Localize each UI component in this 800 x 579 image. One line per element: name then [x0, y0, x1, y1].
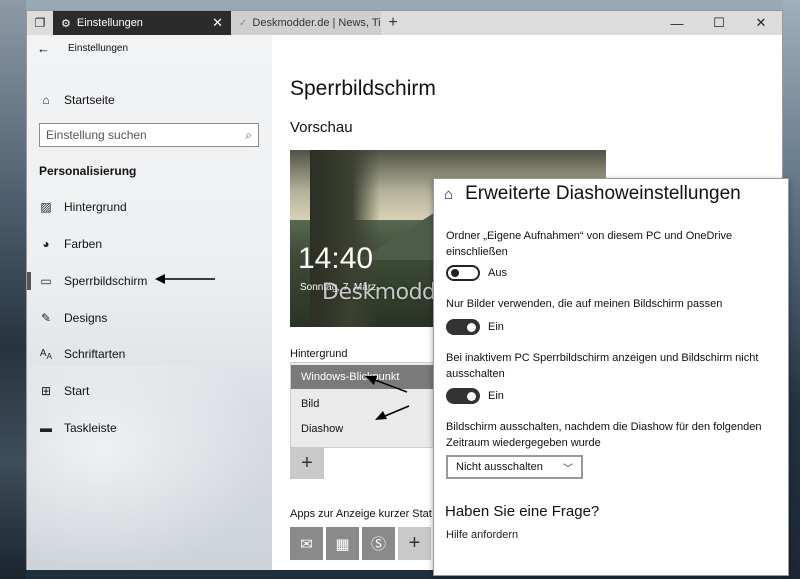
maximize-button[interactable]: ☐: [698, 11, 740, 35]
select-value: Nicht ausschalten: [456, 461, 543, 473]
sidebar-item-label: Schriftarten: [64, 347, 126, 361]
gear-icon: ⚙: [61, 17, 71, 30]
setting-fit-screen-row: Ein: [446, 319, 504, 335]
setting-screen-off-text: Bildschirm ausschalten, nachdem die Dias…: [446, 421, 762, 449]
home-icon: ⌂: [42, 93, 50, 107]
home-icon[interactable]: ⌂: [444, 186, 453, 203]
back-label: Einstellungen: [68, 43, 129, 54]
setting-fit-screen-text: Nur Bilder verwenden, die auf meinen Bil…: [446, 298, 723, 310]
tab-label: Deskmodder.de | News, Tip: [252, 17, 381, 29]
slideshow-settings-panel: ⌂ Erweiterte Diashoweinstellungen Ordner…: [433, 178, 789, 576]
sidebar-item-label: Farben: [64, 237, 103, 251]
setting-inactive-row: Ein: [446, 388, 504, 404]
toggle-state: Ein: [488, 321, 504, 333]
tab-close-icon[interactable]: ✕: [212, 15, 223, 31]
search-placeholder: Einstellung suchen: [46, 128, 147, 142]
faq-title: Haben Sie eine Frage?: [445, 503, 600, 520]
setting-inactive-text: Bei inaktivem PC Sperrbildschirm anzeige…: [446, 352, 759, 380]
page-icon: ✓: [239, 17, 248, 29]
tab-label: Einstellungen: [76, 17, 143, 29]
section-title: Personalisierung: [39, 164, 137, 178]
sidebar-item-label: Start: [64, 384, 90, 398]
sidebar-item-label: Designs: [64, 311, 108, 325]
sidebar-item-label: Hintergrund: [64, 200, 127, 214]
camera-roll-toggle[interactable]: [446, 265, 480, 281]
toggle-knob: [467, 322, 476, 332]
sidebar-item-hintergrund[interactable]: ▨ Hintergrund: [39, 200, 127, 214]
sidebar-item-farben[interactable]: ◕ Farben: [39, 237, 102, 251]
desktop-background-left: [0, 0, 26, 579]
fit-screen-toggle[interactable]: [446, 319, 480, 335]
toggle-state: Aus: [488, 267, 507, 279]
sidebar: ← Einstellungen ⌂ Startseite Einstellung…: [27, 35, 272, 570]
minimize-button[interactable]: —: [656, 11, 698, 35]
chevron-down-icon: ﹀: [563, 463, 573, 475]
close-button[interactable]: ✕: [740, 11, 782, 35]
add-folder-button[interactable]: +: [290, 447, 324, 479]
sidebar-item-taskleiste[interactable]: ▬ Taskleiste: [39, 421, 117, 435]
palette-icon: ◕: [42, 237, 50, 251]
annotation-arrows-icon: [365, 376, 410, 420]
toggle-knob: [451, 269, 459, 277]
apps-label: Apps zur Anzeige kurzer Stat: [290, 508, 432, 520]
setting-camera-roll-row: Aus: [446, 265, 507, 281]
back-arrow-icon[interactable]: ←: [37, 41, 50, 56]
taskbar-icon: ▬: [40, 421, 52, 435]
toggle-state: Ein: [488, 390, 504, 402]
mail-app-icon[interactable]: ✉: [290, 527, 323, 560]
preview-title: Vorschau: [290, 119, 353, 136]
image-icon: ▨: [40, 200, 52, 214]
annotation-arrow-icon: [155, 274, 215, 284]
setting-camera-roll-text: Ordner „Eigene Aufnahmen“ von diesem PC …: [446, 230, 733, 258]
help-link[interactable]: Hilfe anfordern: [446, 529, 518, 541]
toggle-knob: [467, 391, 476, 401]
add-app-button[interactable]: +: [398, 527, 431, 560]
sidebar-item-label: Sperrbildschirm: [64, 274, 148, 288]
preview-time: 14:40: [298, 242, 374, 275]
tab-deskmodder[interactable]: ✓ Deskmodder.de | News, Tip: [231, 11, 381, 35]
sidebar-item-label: Startseite: [64, 93, 115, 107]
panel-title: Erweiterte Diashoweinstellungen: [465, 183, 741, 204]
brush-icon: ✎: [40, 311, 52, 325]
sidebar-item-designs[interactable]: ✎ Designs: [39, 311, 107, 325]
new-tab-button[interactable]: +: [381, 11, 405, 35]
sidebar-item-sperrbildschirm[interactable]: ▭ Sperrbildschirm: [27, 272, 148, 290]
search-icon[interactable]: ⌕: [245, 128, 252, 143]
app-tiles: ✉ ▦ Ⓢ +: [290, 527, 431, 560]
start-icon: ⊞: [40, 384, 52, 398]
search-input[interactable]: Einstellung suchen ⌕: [39, 123, 259, 147]
window-switch-icon[interactable]: ❐: [27, 11, 53, 35]
font-icon: AA: [39, 347, 53, 361]
lockscreen-icon: ▭: [40, 274, 52, 288]
skype-app-icon[interactable]: Ⓢ: [362, 527, 395, 560]
sidebar-item-home[interactable]: ⌂ Startseite: [39, 93, 115, 107]
background-label: Hintergrund: [290, 348, 348, 360]
screen-off-select[interactable]: Nicht ausschalten ﹀: [446, 455, 583, 479]
back-row: ← Einstellungen: [37, 41, 128, 56]
title-bar: ❐ ⚙ Einstellungen ✕ ✓ Deskmodder.de | Ne…: [27, 11, 782, 35]
inactive-lockscreen-toggle[interactable]: [446, 388, 480, 404]
sidebar-item-schriftarten[interactable]: AA Schriftarten: [39, 347, 125, 361]
panel-header: ⌂ Erweiterte Diashoweinstellungen: [444, 183, 741, 205]
tab-einstellungen[interactable]: ⚙ Einstellungen ✕: [53, 11, 231, 35]
sidebar-item-start[interactable]: ⊞ Start: [39, 384, 89, 398]
sidebar-item-label: Taskleiste: [64, 421, 117, 435]
window-controls: — ☐ ✕: [656, 11, 782, 35]
page-title: Sperrbildschirm: [290, 77, 436, 100]
calendar-app-icon[interactable]: ▦: [326, 527, 359, 560]
